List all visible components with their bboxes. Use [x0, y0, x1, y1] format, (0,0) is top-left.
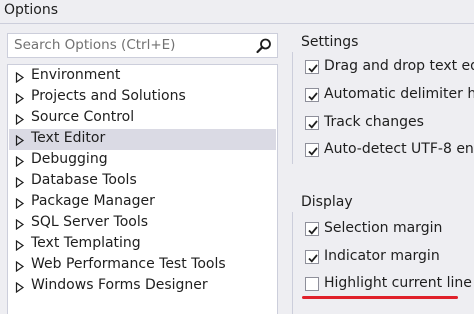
tree-item-source-control[interactable]: Source Control — [9, 108, 276, 129]
expand-arrow-icon[interactable] — [15, 239, 25, 252]
search-icon[interactable] — [255, 37, 273, 55]
options-tree: Environment Projects and Solutions Sourc… — [7, 64, 278, 314]
tree-item-text-editor[interactable]: Text Editor — [9, 129, 276, 150]
checkbox[interactable] — [305, 88, 319, 102]
settings-group-border — [292, 52, 293, 164]
expand-arrow-icon[interactable] — [15, 176, 25, 189]
expand-arrow-icon[interactable] — [15, 134, 25, 147]
checkbox[interactable] — [305, 60, 319, 74]
tree-item-debugging[interactable]: Debugging — [9, 150, 276, 171]
search-input[interactable]: Search Options (Ctrl+E) — [7, 33, 278, 58]
tree-item-web-performance-test-tools[interactable]: Web Performance Test Tools — [9, 255, 276, 276]
display-group-border — [292, 212, 293, 314]
tree-item-label: Source Control — [31, 109, 135, 125]
expand-arrow-icon[interactable] — [15, 260, 25, 273]
option-indicator-margin[interactable]: Indicator margin — [305, 248, 474, 268]
tree-item-windows-forms-designer[interactable]: Windows Forms Designer — [9, 276, 276, 297]
window-title: Options — [4, 2, 59, 18]
tree-item-package-manager[interactable]: Package Manager — [9, 192, 276, 213]
tree-item-projects-and-solutions[interactable]: Projects and Solutions — [9, 87, 276, 108]
option-highlight-current-line[interactable]: Highlight current line — [305, 275, 474, 295]
tree-item-environment[interactable]: Environment — [9, 66, 276, 87]
tree-item-text-templating[interactable]: Text Templating — [9, 234, 276, 255]
checkbox[interactable] — [305, 277, 319, 291]
option-label: Automatic delimiter highlighting — [324, 86, 474, 102]
option-auto-detect-utf8[interactable]: Auto-detect UTF-8 encoding without signa… — [305, 141, 474, 161]
checkbox[interactable] — [305, 250, 319, 264]
option-selection-margin[interactable]: Selection margin — [305, 220, 474, 240]
tree-item-database-tools[interactable]: Database Tools — [9, 171, 276, 192]
search-placeholder: Search Options (Ctrl+E) — [14, 37, 176, 53]
tree-item-label: Text Templating — [31, 235, 141, 251]
tree-item-label: SQL Server Tools — [31, 214, 149, 230]
option-drag-and-drop[interactable]: Drag and drop text editing — [305, 58, 474, 78]
expand-arrow-icon[interactable] — [15, 71, 25, 84]
settings-section-title: Settings — [301, 34, 359, 50]
expand-arrow-icon[interactable] — [15, 197, 25, 210]
title-bar: Options — [0, 0, 474, 24]
expand-arrow-icon[interactable] — [15, 281, 25, 294]
expand-arrow-icon[interactable] — [15, 92, 25, 105]
tree-item-label: Text Editor — [31, 130, 106, 146]
checkbox[interactable] — [305, 222, 319, 236]
checkbox[interactable] — [305, 116, 319, 130]
expand-arrow-icon[interactable] — [15, 218, 25, 231]
option-label: Selection margin — [324, 220, 443, 236]
option-label: Drag and drop text editing — [324, 58, 474, 74]
option-label: Highlight current line — [324, 275, 472, 291]
tree-item-label: Database Tools — [31, 172, 137, 188]
display-section-title: Display — [301, 194, 353, 210]
tree-item-label: Windows Forms Designer — [31, 277, 208, 293]
tree-item-label: Package Manager — [31, 193, 155, 209]
tree-item-sql-server-tools[interactable]: SQL Server Tools — [9, 213, 276, 234]
option-label: Indicator margin — [324, 248, 440, 264]
tree-item-label: Debugging — [31, 151, 108, 167]
checkbox[interactable] — [305, 143, 319, 157]
option-label: Auto-detect UTF-8 encoding without signa… — [324, 141, 474, 157]
option-track-changes[interactable]: Track changes — [305, 114, 474, 134]
tree-item-label: Projects and Solutions — [31, 88, 186, 104]
expand-arrow-icon[interactable] — [15, 155, 25, 168]
option-automatic-delimiter[interactable]: Automatic delimiter highlighting — [305, 86, 474, 106]
tree-item-label: Web Performance Test Tools — [31, 256, 226, 272]
tree-item-label: Environment — [31, 67, 121, 83]
option-label: Track changes — [324, 114, 424, 130]
expand-arrow-icon[interactable] — [15, 113, 25, 126]
annotation-underline — [302, 296, 458, 299]
